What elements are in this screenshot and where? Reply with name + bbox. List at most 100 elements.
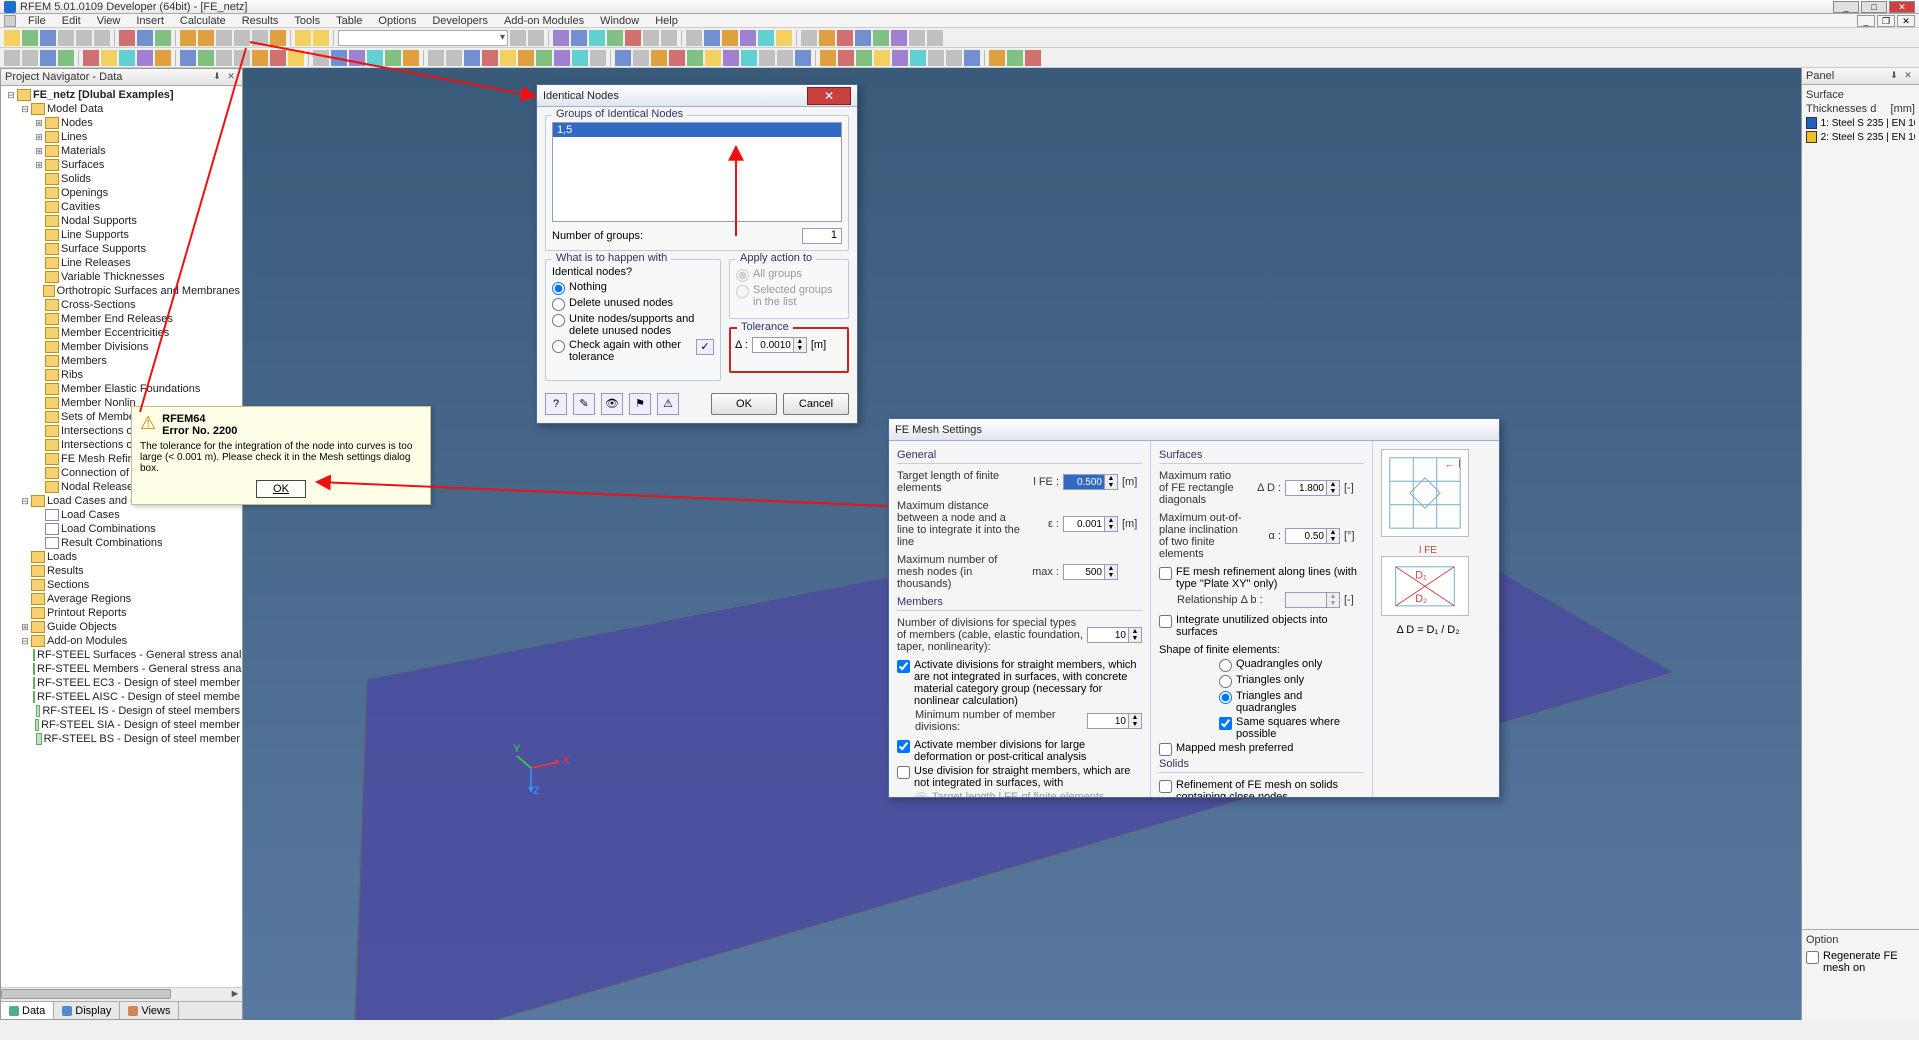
- tool-icon[interactable]: [723, 50, 739, 66]
- menu-edit[interactable]: Edit: [54, 15, 89, 27]
- tree-node[interactable]: Printout Reports: [3, 606, 240, 620]
- tool-icon[interactable]: [510, 30, 526, 46]
- menu-results[interactable]: Results: [234, 15, 287, 27]
- tool-icon[interactable]: [874, 50, 890, 66]
- integrate-check[interactable]: Integrate unutilized objects into surfac…: [1159, 614, 1364, 638]
- menu-file[interactable]: File: [20, 15, 54, 27]
- tool-icon[interactable]: [40, 30, 56, 46]
- eye-icon[interactable]: 👁: [601, 393, 623, 415]
- solids-refinement-check[interactable]: Refinement of FE mesh on solids containi…: [1159, 779, 1364, 798]
- tool-icon[interactable]: [989, 50, 1005, 66]
- tool-icon[interactable]: [76, 30, 92, 46]
- tool-icon[interactable]: [759, 50, 775, 66]
- tool-icon[interactable]: [288, 50, 304, 66]
- action-icon[interactable]: ⚑: [629, 393, 651, 415]
- tool-icon[interactable]: [155, 30, 171, 46]
- triangles-radio[interactable]: Triangles only: [1159, 674, 1364, 688]
- tool-icon[interactable]: [669, 50, 685, 66]
- opt-unite[interactable]: Unite nodes/supports and delete unused n…: [552, 313, 714, 337]
- same-squares-check[interactable]: Same squares where possible: [1159, 716, 1364, 740]
- member-divisions-spinner[interactable]: ▲▼: [1087, 627, 1142, 643]
- edit-icon[interactable]: ✎: [573, 393, 595, 415]
- tool-icon[interactable]: [855, 30, 871, 46]
- navigator-tree[interactable]: ⊟FE_netz [Dlubal Examples]⊟Model Data⊞No…: [1, 86, 242, 987]
- tool-icon[interactable]: [795, 50, 811, 66]
- tool-icon[interactable]: [4, 30, 20, 46]
- tool-icon[interactable]: [758, 30, 774, 46]
- maximize-button[interactable]: □: [1861, 1, 1887, 13]
- both-radio[interactable]: Triangles and quadrangles: [1159, 690, 1364, 714]
- tree-node[interactable]: Solids: [3, 172, 240, 186]
- tool-icon[interactable]: [180, 30, 196, 46]
- tree-node[interactable]: Member Divisions: [3, 340, 240, 354]
- large-deform-check[interactable]: Activate member divisions for large defo…: [897, 739, 1142, 763]
- tool-icon[interactable]: [313, 30, 329, 46]
- tool-icon[interactable]: [777, 50, 793, 66]
- tool-icon[interactable]: [892, 50, 908, 66]
- tree-node[interactable]: Average Regions: [3, 592, 240, 606]
- tool-icon[interactable]: [687, 50, 703, 66]
- tree-node[interactable]: Variable Thicknesses: [3, 270, 240, 284]
- tool-icon[interactable]: [910, 50, 926, 66]
- mdi-close[interactable]: ✕: [1897, 15, 1915, 27]
- tool-icon[interactable]: [740, 30, 756, 46]
- tool-icon[interactable]: [837, 30, 853, 46]
- tool-icon[interactable]: [536, 50, 552, 66]
- tolerance-spinner[interactable]: ▲▼: [752, 337, 807, 353]
- opt-nothing[interactable]: Nothing: [552, 281, 714, 295]
- tool-icon[interactable]: [572, 50, 588, 66]
- tree-node[interactable]: Member End Releases: [3, 312, 240, 326]
- tree-node[interactable]: RF-STEEL SIA - Design of steel member: [3, 718, 240, 732]
- tool-icon[interactable]: [633, 50, 649, 66]
- warning-icon[interactable]: ⚠: [657, 393, 679, 415]
- tool-icon[interactable]: [155, 50, 171, 66]
- ok-button[interactable]: OK: [711, 393, 777, 415]
- tree-node[interactable]: Ribs: [3, 368, 240, 382]
- mdi-restore[interactable]: ❐: [1877, 15, 1895, 27]
- tool-icon[interactable]: [331, 50, 347, 66]
- tool-icon[interactable]: [554, 50, 570, 66]
- tool-icon[interactable]: [625, 30, 641, 46]
- tool-icon[interactable]: [741, 50, 757, 66]
- panel-item[interactable]: 2: Steel S 235 | EN 1002: [1806, 131, 1915, 143]
- tool-icon[interactable]: [295, 30, 311, 46]
- tree-node[interactable]: Result Combinations: [3, 536, 240, 550]
- recheck-icon[interactable]: ✓: [696, 339, 714, 355]
- tree-node[interactable]: Surface Supports: [3, 242, 240, 256]
- refinement-lines-check[interactable]: FE mesh refinement along lines (with typ…: [1159, 566, 1364, 590]
- tree-node[interactable]: ⊞Surfaces: [3, 158, 240, 172]
- tree-node[interactable]: RF-STEEL Surfaces - General stress anal: [3, 648, 240, 662]
- menu-calculate[interactable]: Calculate: [172, 15, 234, 27]
- tree-node[interactable]: ⊞Lines: [3, 130, 240, 144]
- tool-icon[interactable]: [22, 50, 38, 66]
- tree-node[interactable]: Orthotropic Surfaces and Membranes: [3, 284, 240, 298]
- list-item[interactable]: 1,5: [553, 123, 841, 137]
- panel-item[interactable]: 1: Steel S 235 | EN 1002: [1806, 117, 1915, 129]
- tool-icon[interactable]: [83, 50, 99, 66]
- tool-icon[interactable]: [22, 30, 38, 46]
- tool-icon[interactable]: [137, 50, 153, 66]
- tool-icon[interactable]: [1025, 50, 1041, 66]
- tool-icon[interactable]: [819, 30, 835, 46]
- tree-node[interactable]: RF-STEEL Members - General stress ana: [3, 662, 240, 676]
- tool-icon[interactable]: [607, 30, 623, 46]
- tool-icon[interactable]: [428, 50, 444, 66]
- activate-divisions-check[interactable]: Activate divisions for straight members,…: [897, 659, 1142, 707]
- tree-node[interactable]: ⊟FE_netz [Dlubal Examples]: [3, 88, 240, 102]
- menu-window[interactable]: Window: [592, 15, 647, 27]
- tree-node[interactable]: ⊟Add-on Modules: [3, 634, 240, 648]
- tool-icon[interactable]: [704, 30, 720, 46]
- panel-close-icon[interactable]: ✕: [1901, 70, 1915, 82]
- tool-icon[interactable]: [40, 50, 56, 66]
- tool-icon[interactable]: [686, 30, 702, 46]
- tree-node[interactable]: ⊞Materials: [3, 144, 240, 158]
- tool-icon[interactable]: [820, 50, 836, 66]
- tool-icon[interactable]: [553, 30, 569, 46]
- max-ratio-spinner[interactable]: ▲▼: [1285, 480, 1340, 496]
- tree-node[interactable]: Cavities: [3, 200, 240, 214]
- menu-help[interactable]: Help: [647, 15, 686, 27]
- tree-node[interactable]: RF-STEEL BS - Design of steel member: [3, 732, 240, 746]
- tool-icon[interactable]: [928, 50, 944, 66]
- cancel-button[interactable]: Cancel: [783, 393, 849, 415]
- opt-delete-unused[interactable]: Delete unused nodes: [552, 297, 714, 311]
